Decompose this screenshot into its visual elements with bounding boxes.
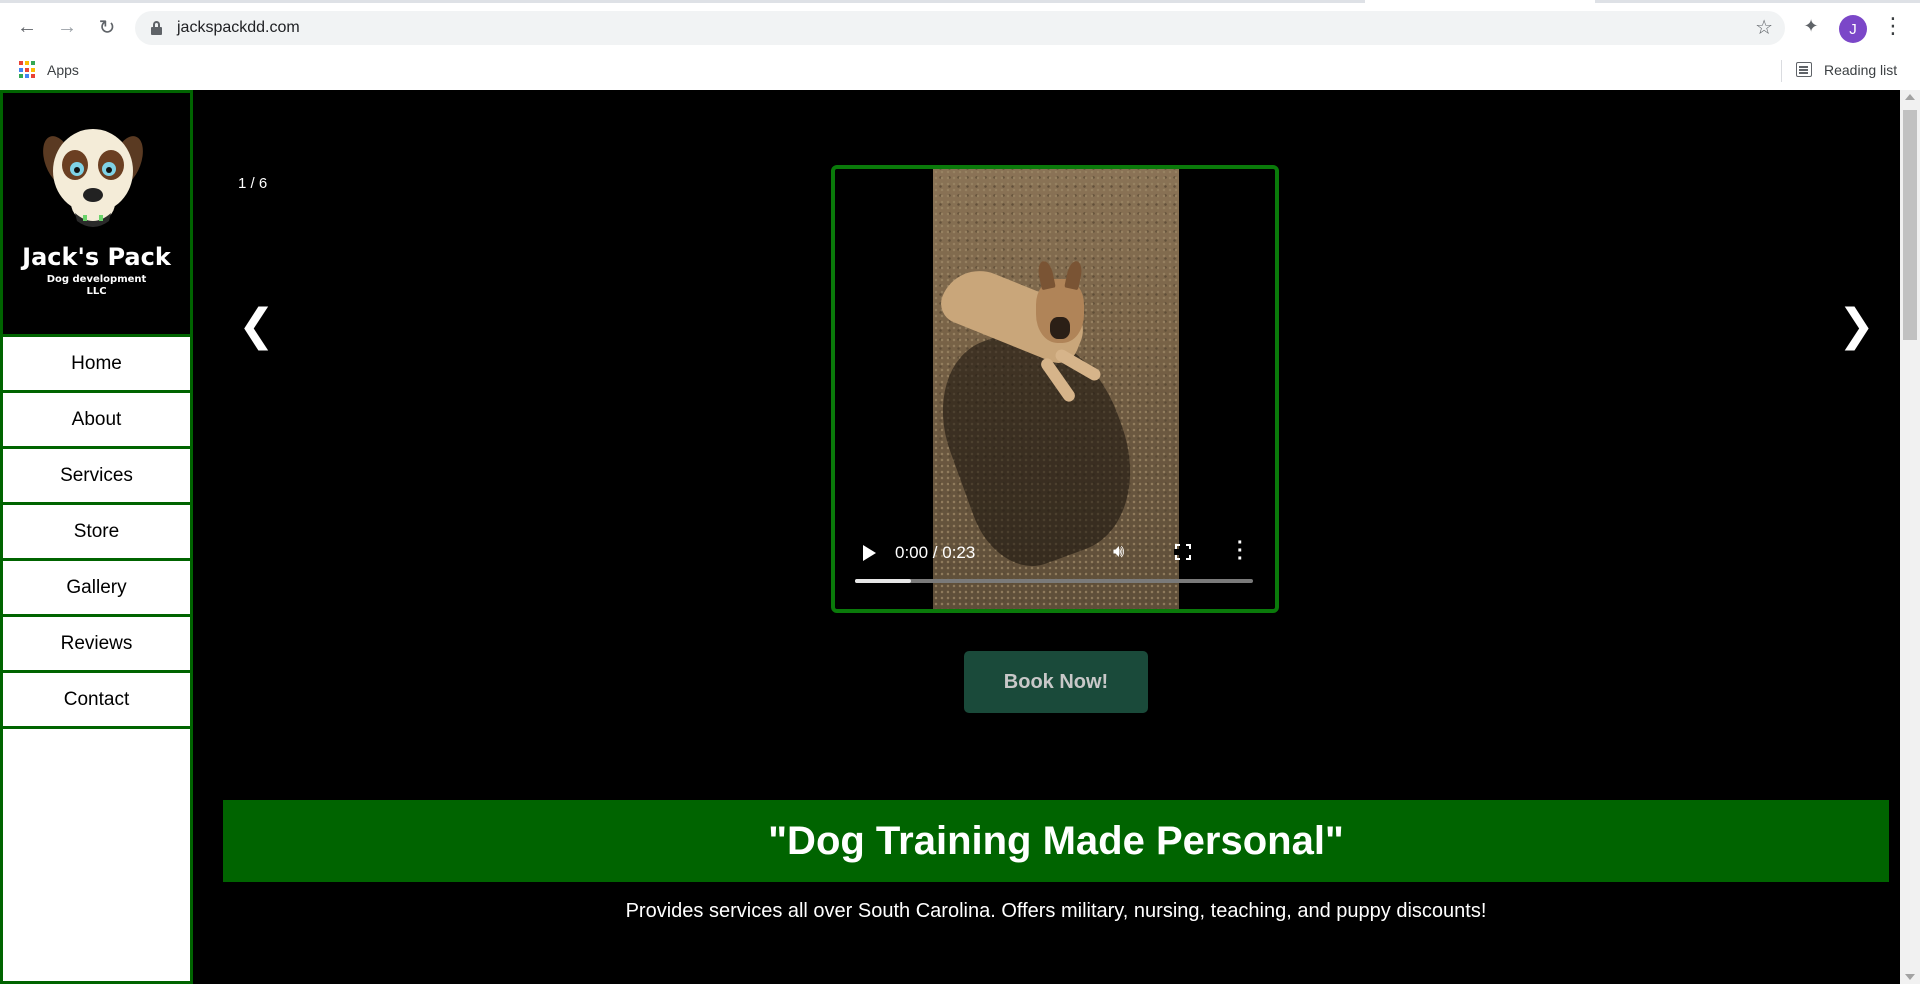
logo-suffix: LLC (86, 286, 107, 297)
lock-icon[interactable] (151, 21, 162, 35)
extensions-icon[interactable]: ✦ (1800, 16, 1822, 38)
reading-list-button[interactable]: Reading list (1824, 62, 1897, 78)
menu-icon[interactable]: ⋮ (1882, 14, 1904, 42)
video-controls: 0:00 / 0:23 🔊︎ · · · (835, 529, 1275, 609)
scroll-up-icon[interactable] (1905, 94, 1915, 100)
tagline-banner: "Dog Training Made Personal" (223, 800, 1889, 882)
tab-strip (0, 0, 1920, 3)
logo-subtitle-line: Dog development (46, 274, 147, 285)
book-now-button[interactable]: Book Now! (964, 651, 1148, 713)
page-scrollbar[interactable] (1900, 90, 1920, 984)
main-content: 1 / 6 ❮ ❯ 0:00 / 0:23 🔊︎ · · · Book Now!… (193, 90, 1900, 984)
prev-slide-button[interactable]: ❮ (238, 300, 275, 351)
video-progress-bar[interactable] (855, 579, 1253, 583)
back-icon[interactable]: ← (12, 12, 42, 42)
apps-link[interactable]: Apps (47, 62, 79, 78)
fullscreen-icon[interactable] (1174, 543, 1192, 561)
video-player[interactable]: 0:00 / 0:23 🔊︎ · · · (831, 165, 1279, 613)
dog-logo-icon (43, 129, 143, 227)
video-progress-fill (855, 579, 911, 583)
sidebar-item-about[interactable]: About (3, 393, 190, 449)
tagline-heading: "Dog Training Made Personal" (768, 818, 1344, 863)
more-options-icon[interactable]: · · · (1237, 533, 1244, 569)
description-text: Provides services all over South Carolin… (625, 900, 1487, 922)
sidebar-item-home[interactable]: Home (3, 337, 190, 393)
apps-icon[interactable] (19, 61, 37, 79)
logo-subtitle: Dog development LLC (3, 274, 190, 298)
next-slide-button[interactable]: ❯ (1838, 300, 1875, 351)
browser-chrome: ← → ↻ jackspackdd.com ☆ ✦ J ⋮ Apps Readi… (0, 0, 1920, 90)
reading-list-icon[interactable] (1796, 62, 1812, 77)
browser-toolbar: ← → ↻ jackspackdd.com ☆ ✦ J ⋮ (0, 4, 1920, 48)
site-logo[interactable]: Jack's Pack Dog development LLC (3, 93, 190, 337)
scroll-thumb[interactable] (1903, 110, 1917, 340)
sidebar-item-store[interactable]: Store (3, 505, 190, 561)
bookmarks-bar: Apps Reading list (0, 52, 1920, 88)
address-bar[interactable]: jackspackdd.com ☆ (135, 11, 1785, 45)
slide-counter: 1 / 6 (238, 175, 268, 192)
play-icon[interactable] (863, 545, 876, 561)
star-icon[interactable]: ☆ (1755, 15, 1773, 40)
sidebar-nav: Home About Services Store Gallery Review… (3, 337, 190, 729)
sidebar-item-gallery[interactable]: Gallery (3, 561, 190, 617)
sidebar-item-reviews[interactable]: Reviews (3, 617, 190, 673)
scroll-down-icon[interactable] (1905, 974, 1915, 980)
sidebar: Jack's Pack Dog development LLC Home Abo… (0, 90, 193, 984)
video-time: 0:00 / 0:23 (895, 543, 976, 562)
reload-icon[interactable]: ↻ (92, 12, 122, 42)
bookmark-divider (1781, 60, 1782, 82)
sidebar-item-services[interactable]: Services (3, 449, 190, 505)
sidebar-item-contact[interactable]: Contact (3, 673, 190, 729)
url-text[interactable]: jackspackdd.com (177, 19, 300, 37)
forward-icon[interactable]: → (52, 12, 82, 42)
logo-name: Jack's Pack (22, 243, 171, 271)
volume-icon[interactable]: 🔊︎ (1113, 541, 1124, 562)
profile-avatar[interactable]: J (1839, 15, 1867, 43)
web-page: Jack's Pack Dog development LLC Home Abo… (0, 90, 1920, 984)
avatar-initial: J (1849, 20, 1857, 38)
